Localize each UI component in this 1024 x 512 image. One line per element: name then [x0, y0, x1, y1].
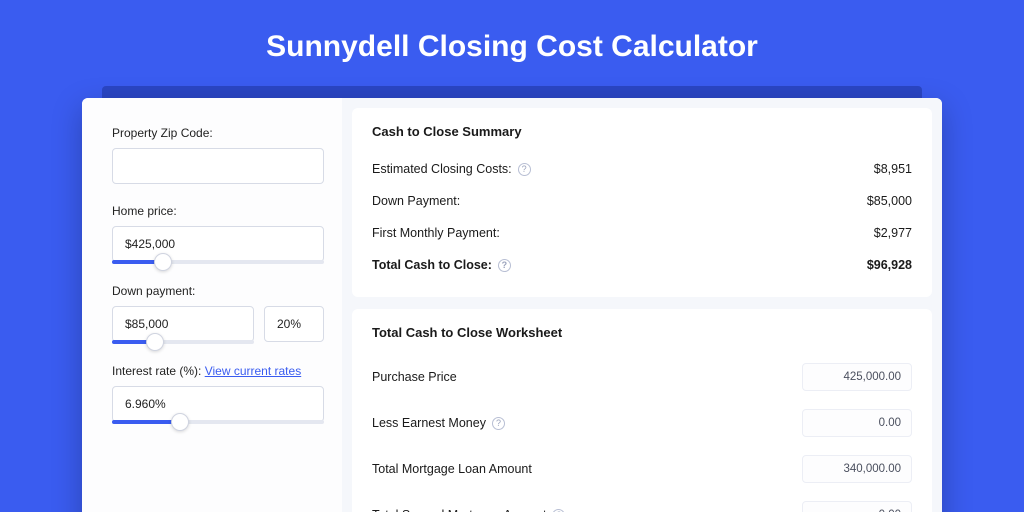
- worksheet-row-label: Less Earnest Money: [372, 416, 486, 430]
- zip-label: Property Zip Code:: [112, 126, 324, 140]
- home-price-input[interactable]: [112, 226, 324, 262]
- worksheet-row-label: Total Second Mortgage Amount: [372, 508, 546, 512]
- down-payment-pct-input[interactable]: [264, 306, 324, 342]
- home-price-label: Home price:: [112, 204, 324, 218]
- worksheet-row: Purchase Price: [372, 354, 912, 400]
- worksheet-row-label: Purchase Price: [372, 370, 457, 384]
- worksheet-row-input[interactable]: [802, 409, 912, 437]
- summary-row-label: Estimated Closing Costs:: [372, 162, 512, 176]
- home-price-field: Home price:: [112, 204, 324, 264]
- down-payment-label: Down payment:: [112, 284, 324, 298]
- summary-panel: Cash to Close Summary Estimated Closing …: [352, 108, 932, 297]
- summary-total-row: Total Cash to Close: ? $96,928: [372, 249, 912, 281]
- calculator-card: Property Zip Code: Home price: Down paym…: [82, 98, 942, 512]
- down-payment-slider-thumb[interactable]: [146, 333, 164, 351]
- help-icon[interactable]: ?: [552, 509, 565, 512]
- interest-rate-slider[interactable]: [112, 420, 324, 424]
- summary-row-value: $85,000: [867, 194, 912, 208]
- interest-rate-input[interactable]: [112, 386, 324, 422]
- results-column: Cash to Close Summary Estimated Closing …: [342, 98, 942, 512]
- interest-rate-slider-thumb[interactable]: [171, 413, 189, 431]
- worksheet-row-input[interactable]: [802, 363, 912, 391]
- summary-row-value: $2,977: [874, 226, 912, 240]
- summary-row: Estimated Closing Costs: ? $8,951: [372, 153, 912, 185]
- help-icon[interactable]: ?: [518, 163, 531, 176]
- home-price-slider-thumb[interactable]: [154, 253, 172, 271]
- down-payment-slider[interactable]: [112, 340, 254, 344]
- interest-rate-label-text: Interest rate (%):: [112, 364, 205, 378]
- worksheet-row-input[interactable]: [802, 455, 912, 483]
- zip-field: Property Zip Code:: [112, 126, 324, 184]
- worksheet-row-input[interactable]: [802, 501, 912, 512]
- worksheet-heading: Total Cash to Close Worksheet: [372, 325, 912, 340]
- summary-row-label: Down Payment:: [372, 194, 460, 208]
- summary-heading: Cash to Close Summary: [372, 124, 912, 139]
- worksheet-row: Less Earnest Money ?: [372, 400, 912, 446]
- zip-input[interactable]: [112, 148, 324, 184]
- page-title: Sunnydell Closing Cost Calculator: [0, 0, 1024, 86]
- summary-row-label: First Monthly Payment:: [372, 226, 500, 240]
- down-payment-field: Down payment:: [112, 284, 324, 344]
- interest-rate-field: Interest rate (%): View current rates: [112, 364, 324, 424]
- worksheet-row-label: Total Mortgage Loan Amount: [372, 462, 532, 476]
- summary-total-label: Total Cash to Close:: [372, 258, 492, 272]
- summary-row: Down Payment: $85,000: [372, 185, 912, 217]
- worksheet-row: Total Mortgage Loan Amount: [372, 446, 912, 492]
- help-icon[interactable]: ?: [498, 259, 511, 272]
- summary-row-value: $8,951: [874, 162, 912, 176]
- home-price-slider[interactable]: [112, 260, 324, 264]
- inputs-column: Property Zip Code: Home price: Down paym…: [82, 98, 342, 512]
- summary-total-value: $96,928: [867, 258, 912, 272]
- worksheet-row: Total Second Mortgage Amount ?: [372, 492, 912, 512]
- down-payment-input[interactable]: [112, 306, 254, 342]
- summary-row: First Monthly Payment: $2,977: [372, 217, 912, 249]
- help-icon[interactable]: ?: [492, 417, 505, 430]
- interest-rate-slider-fill: [112, 420, 180, 424]
- interest-rate-label: Interest rate (%): View current rates: [112, 364, 324, 378]
- worksheet-panel: Total Cash to Close Worksheet Purchase P…: [352, 309, 932, 512]
- view-rates-link[interactable]: View current rates: [205, 364, 302, 378]
